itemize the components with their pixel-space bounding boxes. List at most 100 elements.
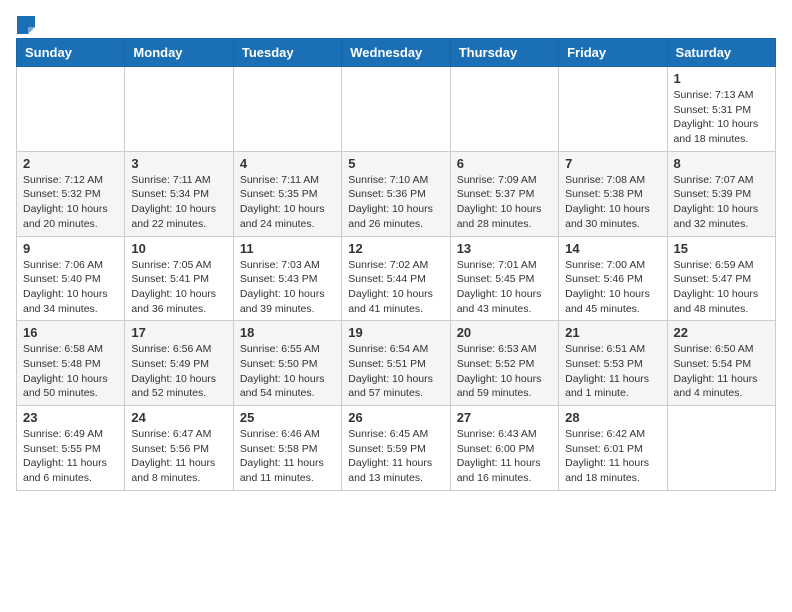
column-header-monday: Monday bbox=[125, 39, 233, 67]
column-header-saturday: Saturday bbox=[667, 39, 775, 67]
calendar-cell: 25 Sunrise: 6:46 AM Sunset: 5:58 PM Dayli… bbox=[233, 406, 341, 491]
calendar-cell: 21Sunrise: 6:51 AM Sunset: 5:53 PM Dayli… bbox=[559, 321, 667, 406]
calendar-week-row: 9 Sunrise: 7:06 AM Sunset: 5:40 PM Daylig… bbox=[17, 236, 776, 321]
calendar-cell: 4Sunrise: 7:11 AM Sunset: 5:35 PM Daylig… bbox=[233, 151, 341, 236]
day-number: 2 bbox=[23, 156, 118, 171]
calendar-week-row: 2 Sunrise: 7:12 AM Sunset: 5:32 PM Daylig… bbox=[17, 151, 776, 236]
cell-content: Sunrise: 6:49 AM Sunset: 5:55 PM Dayligh… bbox=[23, 427, 118, 486]
calendar-cell bbox=[450, 67, 558, 152]
calendar-cell: 17 Sunrise: 6:56 AM Sunset: 5:49 PM Dayli… bbox=[125, 321, 233, 406]
day-number: 26 bbox=[348, 410, 443, 425]
calendar-cell: 10 Sunrise: 7:05 AM Sunset: 5:41 PM Dayli… bbox=[125, 236, 233, 321]
day-number: 17 bbox=[131, 325, 226, 340]
day-number: 22 bbox=[674, 325, 769, 340]
day-number: 12 bbox=[348, 241, 443, 256]
calendar-cell: 19 Sunrise: 6:54 AM Sunset: 5:51 PM Dayli… bbox=[342, 321, 450, 406]
cell-content: Sunrise: 7:06 AM Sunset: 5:40 PM Dayligh… bbox=[23, 258, 118, 317]
cell-content: Sunrise: 7:11 AM Sunset: 5:34 PM Dayligh… bbox=[131, 173, 226, 232]
day-number: 9 bbox=[23, 241, 118, 256]
day-number: 3 bbox=[131, 156, 226, 171]
cell-content: Sunrise: 7:02 AM Sunset: 5:44 PM Dayligh… bbox=[348, 258, 443, 317]
calendar-cell: 2 Sunrise: 7:12 AM Sunset: 5:32 PM Daylig… bbox=[17, 151, 125, 236]
calendar-cell bbox=[559, 67, 667, 152]
calendar-cell: 5Sunrise: 7:10 AM Sunset: 5:36 PM Daylig… bbox=[342, 151, 450, 236]
page-header bbox=[16, 16, 776, 30]
cell-content: Sunrise: 7:11 AM Sunset: 5:35 PM Dayligh… bbox=[240, 173, 335, 232]
column-header-thursday: Thursday bbox=[450, 39, 558, 67]
day-number: 19 bbox=[348, 325, 443, 340]
logo-icon bbox=[17, 16, 35, 34]
cell-content: Sunrise: 6:54 AM Sunset: 5:51 PM Dayligh… bbox=[348, 342, 443, 401]
calendar-cell: 3 Sunrise: 7:11 AM Sunset: 5:34 PM Daylig… bbox=[125, 151, 233, 236]
day-number: 10 bbox=[131, 241, 226, 256]
cell-content: Sunrise: 7:12 AM Sunset: 5:32 PM Dayligh… bbox=[23, 173, 118, 232]
calendar-cell: 22 Sunrise: 6:50 AM Sunset: 5:54 PM Dayli… bbox=[667, 321, 775, 406]
calendar-week-row: 1 Sunrise: 7:13 AM Sunset: 5:31 PM Daylig… bbox=[17, 67, 776, 152]
calendar-cell: 27 Sunrise: 6:43 AM Sunset: 6:00 PM Dayli… bbox=[450, 406, 558, 491]
calendar-cell: 28 Sunrise: 6:42 AM Sunset: 6:01 PM Dayli… bbox=[559, 406, 667, 491]
day-number: 16 bbox=[23, 325, 118, 340]
cell-content: Sunrise: 6:46 AM Sunset: 5:58 PM Dayligh… bbox=[240, 427, 335, 486]
day-number: 24 bbox=[131, 410, 226, 425]
cell-content: Sunrise: 7:00 AM Sunset: 5:46 PM Dayligh… bbox=[565, 258, 660, 317]
calendar-cell: 23 Sunrise: 6:49 AM Sunset: 5:55 PM Dayli… bbox=[17, 406, 125, 491]
calendar-cell: 15 Sunrise: 6:59 AM Sunset: 5:47 PM Dayli… bbox=[667, 236, 775, 321]
calendar-cell: 8 Sunrise: 7:07 AM Sunset: 5:39 PM Daylig… bbox=[667, 151, 775, 236]
cell-content: Sunrise: 6:42 AM Sunset: 6:01 PM Dayligh… bbox=[565, 427, 660, 486]
cell-content: Sunrise: 6:58 AM Sunset: 5:48 PM Dayligh… bbox=[23, 342, 118, 401]
day-number: 20 bbox=[457, 325, 552, 340]
day-number: 8 bbox=[674, 156, 769, 171]
cell-content: Sunrise: 6:43 AM Sunset: 6:00 PM Dayligh… bbox=[457, 427, 552, 486]
day-number: 28 bbox=[565, 410, 660, 425]
calendar-cell: 6Sunrise: 7:09 AM Sunset: 5:37 PM Daylig… bbox=[450, 151, 558, 236]
calendar-cell: 24 Sunrise: 6:47 AM Sunset: 5:56 PM Dayli… bbox=[125, 406, 233, 491]
calendar-cell: 18 Sunrise: 6:55 AM Sunset: 5:50 PM Dayli… bbox=[233, 321, 341, 406]
cell-content: Sunrise: 6:55 AM Sunset: 5:50 PM Dayligh… bbox=[240, 342, 335, 401]
logo bbox=[16, 16, 36, 30]
day-number: 6 bbox=[457, 156, 552, 171]
cell-content: Sunrise: 7:07 AM Sunset: 5:39 PM Dayligh… bbox=[674, 173, 769, 232]
calendar-cell: 20 Sunrise: 6:53 AM Sunset: 5:52 PM Dayli… bbox=[450, 321, 558, 406]
calendar-cell: 16 Sunrise: 6:58 AM Sunset: 5:48 PM Dayli… bbox=[17, 321, 125, 406]
column-header-sunday: Sunday bbox=[17, 39, 125, 67]
calendar-cell: 7 Sunrise: 7:08 AM Sunset: 5:38 PM Daylig… bbox=[559, 151, 667, 236]
cell-content: Sunrise: 6:56 AM Sunset: 5:49 PM Dayligh… bbox=[131, 342, 226, 401]
day-number: 14 bbox=[565, 241, 660, 256]
column-header-wednesday: Wednesday bbox=[342, 39, 450, 67]
cell-content: Sunrise: 6:47 AM Sunset: 5:56 PM Dayligh… bbox=[131, 427, 226, 486]
day-number: 7 bbox=[565, 156, 660, 171]
calendar-cell: 11 Sunrise: 7:03 AM Sunset: 5:43 PM Dayli… bbox=[233, 236, 341, 321]
calendar-cell: 14 Sunrise: 7:00 AM Sunset: 5:46 PM Dayli… bbox=[559, 236, 667, 321]
cell-content: Sunrise: 6:59 AM Sunset: 5:47 PM Dayligh… bbox=[674, 258, 769, 317]
day-number: 21 bbox=[565, 325, 660, 340]
cell-content: Sunrise: 7:03 AM Sunset: 5:43 PM Dayligh… bbox=[240, 258, 335, 317]
cell-content: Sunrise: 6:50 AM Sunset: 5:54 PM Dayligh… bbox=[674, 342, 769, 401]
column-header-friday: Friday bbox=[559, 39, 667, 67]
calendar-cell bbox=[17, 67, 125, 152]
calendar-cell: 9 Sunrise: 7:06 AM Sunset: 5:40 PM Daylig… bbox=[17, 236, 125, 321]
column-header-tuesday: Tuesday bbox=[233, 39, 341, 67]
day-number: 27 bbox=[457, 410, 552, 425]
day-number: 25 bbox=[240, 410, 335, 425]
cell-content: Sunrise: 7:01 AM Sunset: 5:45 PM Dayligh… bbox=[457, 258, 552, 317]
day-number: 15 bbox=[674, 241, 769, 256]
day-number: 23 bbox=[23, 410, 118, 425]
calendar-cell: 13Sunrise: 7:01 AM Sunset: 5:45 PM Dayli… bbox=[450, 236, 558, 321]
day-number: 18 bbox=[240, 325, 335, 340]
calendar-week-row: 23 Sunrise: 6:49 AM Sunset: 5:55 PM Dayli… bbox=[17, 406, 776, 491]
calendar-cell bbox=[667, 406, 775, 491]
cell-content: Sunrise: 7:08 AM Sunset: 5:38 PM Dayligh… bbox=[565, 173, 660, 232]
calendar-table: SundayMondayTuesdayWednesdayThursdayFrid… bbox=[16, 38, 776, 491]
calendar-cell: 1 Sunrise: 7:13 AM Sunset: 5:31 PM Daylig… bbox=[667, 67, 775, 152]
cell-content: Sunrise: 7:05 AM Sunset: 5:41 PM Dayligh… bbox=[131, 258, 226, 317]
calendar-header-row: SundayMondayTuesdayWednesdayThursdayFrid… bbox=[17, 39, 776, 67]
cell-content: Sunrise: 7:13 AM Sunset: 5:31 PM Dayligh… bbox=[674, 88, 769, 147]
day-number: 1 bbox=[674, 71, 769, 86]
calendar-cell bbox=[233, 67, 341, 152]
cell-content: Sunrise: 6:53 AM Sunset: 5:52 PM Dayligh… bbox=[457, 342, 552, 401]
day-number: 11 bbox=[240, 241, 335, 256]
calendar-week-row: 16 Sunrise: 6:58 AM Sunset: 5:48 PM Dayli… bbox=[17, 321, 776, 406]
cell-content: Sunrise: 6:45 AM Sunset: 5:59 PM Dayligh… bbox=[348, 427, 443, 486]
calendar-cell: 12 Sunrise: 7:02 AM Sunset: 5:44 PM Dayli… bbox=[342, 236, 450, 321]
calendar-cell: 26 Sunrise: 6:45 AM Sunset: 5:59 PM Dayli… bbox=[342, 406, 450, 491]
